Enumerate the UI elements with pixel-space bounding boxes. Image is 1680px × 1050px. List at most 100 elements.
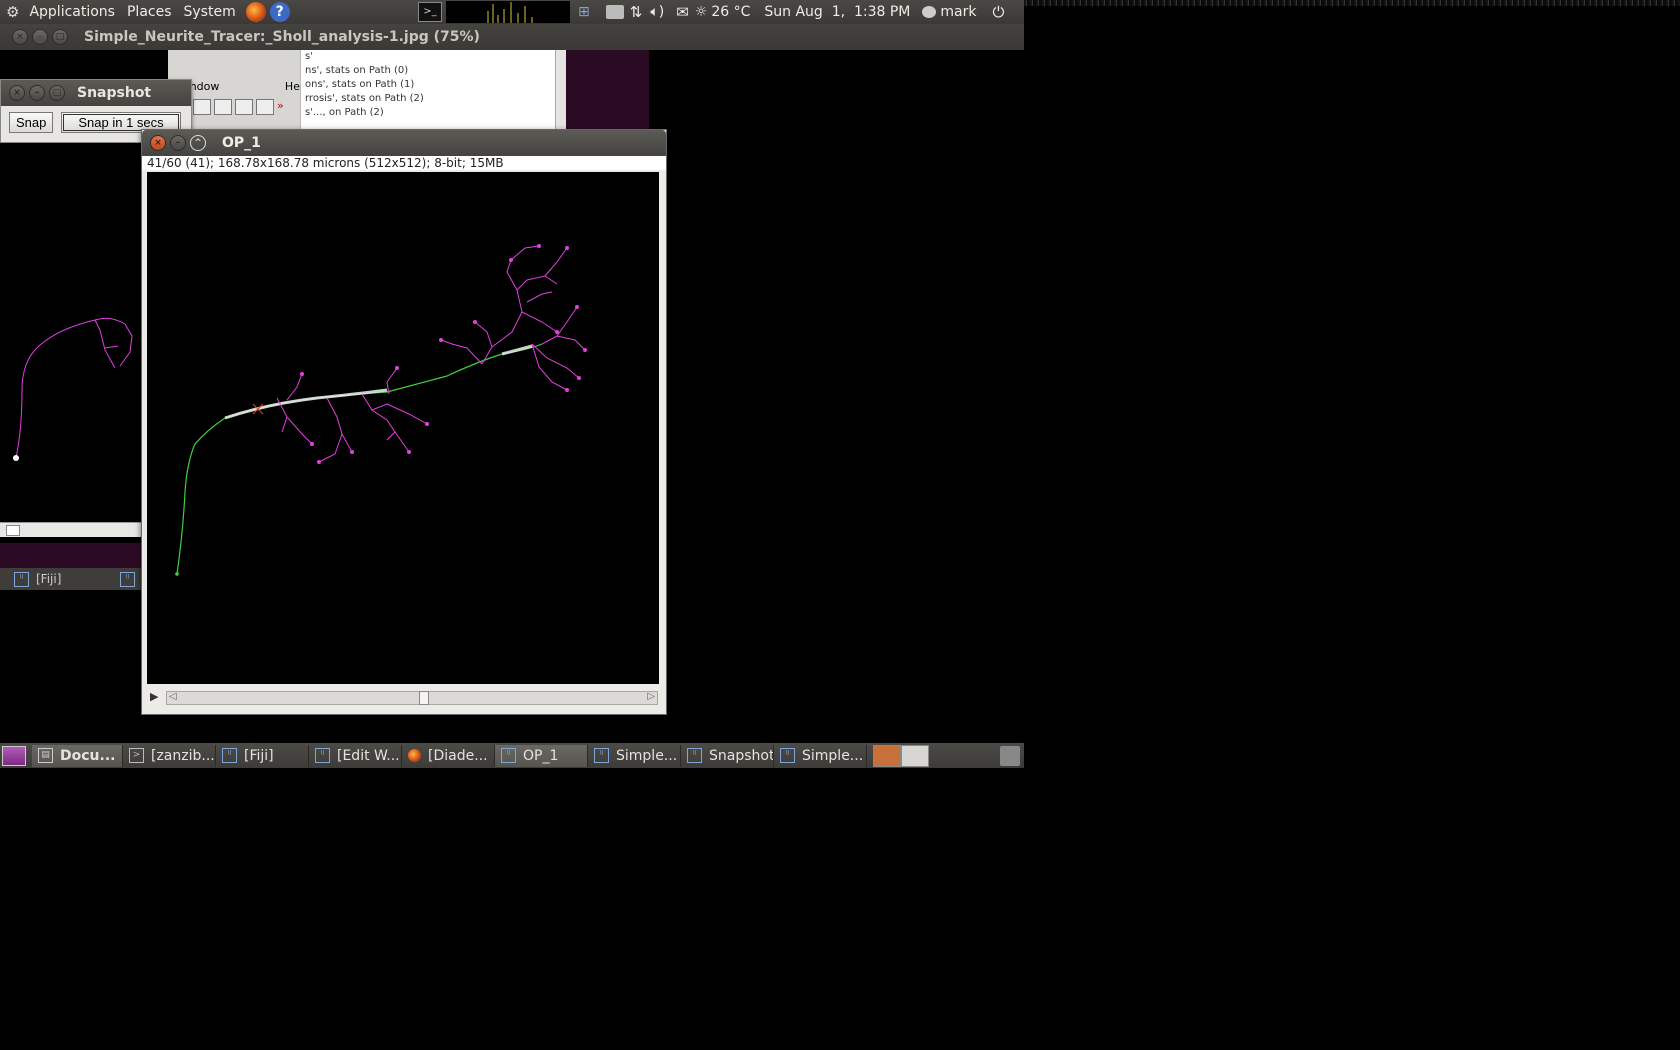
lut-tool-icon[interactable] (193, 99, 211, 115)
desktop-background (565, 50, 649, 130)
taskbar-item[interactable]: > [zanzib... (123, 744, 216, 767)
slice-thumb[interactable] (419, 691, 429, 705)
fiji-icon: ᴵᴶ (14, 571, 29, 587)
top-panel: ⚙ Applications Places System ? >_ ⊞ ⇅ 🔈︎… (0, 0, 1024, 24)
brush-tool-icon[interactable] (235, 99, 253, 115)
results-line: ns', stats on Path (0) (305, 65, 409, 76)
taskbar-item[interactable]: ᴵᴶ Simple... (588, 744, 681, 767)
system-menu[interactable]: System (178, 4, 242, 20)
taskbar-item[interactable]: [Diade... (402, 744, 495, 767)
weather-temperature[interactable]: 26 °C (707, 4, 754, 20)
image-canvas[interactable] (147, 172, 659, 684)
fiji-icon: ᴵᴶ (780, 748, 795, 763)
bottom-taskbar: ▤ Docu... > [zanzib... ᴵᴶ [Fiji] ᴵᴶ [Edi… (0, 743, 1024, 768)
firefox-launcher-icon[interactable] (245, 2, 266, 22)
taskbar-item-label: [Edit W... (337, 747, 400, 764)
trash-icon[interactable] (1000, 745, 1020, 766)
left-view-scrollbar[interactable] (0, 522, 141, 537)
image-window-title: OP_1 (222, 135, 261, 151)
results-line: s' (305, 51, 313, 62)
workspace-2[interactable] (901, 744, 929, 767)
left-panel-taskbar: ᴵᴶ [Fiji] ᴵᴶ (0, 568, 141, 590)
power-icon[interactable]: ⏻ (992, 3, 1004, 21)
fiji-icon: ᴵᴶ (222, 748, 237, 763)
weather-icon[interactable]: ☼ (695, 4, 708, 20)
snapshot-titlebar[interactable]: × – □ Snapshot (1, 80, 191, 106)
stack-slider[interactable]: ▶ ◁ ▷ (142, 687, 666, 707)
fiji-icon: ᴵᴶ (315, 748, 330, 763)
firefox-icon (408, 749, 421, 762)
minimize-icon[interactable]: – (170, 135, 186, 151)
results-line: s'..., on Path (2) (305, 107, 384, 118)
taskbar-item[interactable]: ᴵᴶ [Fiji] (216, 744, 309, 767)
results-line: ons', stats on Path (1) (305, 79, 415, 90)
image-window-titlebar[interactable]: × – ^ OP_1 (142, 130, 666, 156)
help-launcher-icon[interactable]: ? (269, 2, 290, 22)
slice-scrollbar[interactable]: ◁ ▷ (166, 691, 658, 705)
printer-icon: ▤ (38, 748, 53, 763)
results-window: s' ns', stats on Path (0) ons', stats on… (300, 50, 566, 130)
partial-trace (13, 317, 133, 461)
scroll-left-icon[interactable]: ◁ (169, 691, 177, 702)
fill-tool-icon[interactable] (256, 99, 274, 115)
scroll-thumb[interactable] (6, 525, 20, 536)
close-icon[interactable]: × (12, 29, 28, 45)
left-taskbar-item[interactable]: [Fiji] (36, 572, 61, 586)
tracer-2d-view-partial (0, 300, 141, 530)
taskbar-item[interactable]: ᴵᴶ [Edit W... (309, 744, 402, 767)
image-info-line: 41/60 (41); 168.78x168.78 microns (512x5… (142, 156, 666, 170)
snap-button[interactable]: Snap (9, 112, 54, 133)
close-icon[interactable]: × (150, 135, 166, 151)
scroll-right-icon[interactable]: ▷ (647, 691, 655, 702)
maximize-icon[interactable]: ^ (190, 135, 206, 151)
maximize-icon[interactable]: □ (52, 29, 68, 45)
snapshot-title: Snapshot (77, 85, 152, 101)
taskbar-item-label: [Fiji] (244, 747, 274, 764)
user-status-icon[interactable] (922, 6, 937, 18)
minimize-icon[interactable]: – (29, 85, 45, 101)
taskbar-item[interactable]: ᴵᴶ Simple... (774, 744, 867, 767)
taskbar-item-label: Snapshot (709, 747, 774, 764)
minimize-icon[interactable]: – (32, 29, 48, 45)
close-icon[interactable]: × (9, 85, 25, 101)
play-animation-icon[interactable]: ▶ (150, 690, 158, 703)
results-scrollbar[interactable] (555, 50, 566, 130)
tracer-window-title: Simple_Neurite_Tracer:_Sholl_analysis-1.… (84, 29, 480, 45)
taskbar-item-label: Simple... (616, 747, 678, 764)
applications-menu[interactable]: Applications (23, 4, 121, 20)
results-line: rrosis', stats on Path (2) (305, 93, 424, 104)
more-tools-icon[interactable]: » (277, 99, 293, 113)
clock[interactable]: Sun Aug 1, 1:38 PM (760, 4, 914, 20)
printer-tray-icon[interactable] (605, 5, 624, 19)
pencil-tool-icon[interactable] (214, 99, 232, 115)
fiji-icon: ᴵᴶ (120, 571, 135, 587)
workspace-switcher[interactable] (873, 744, 929, 767)
taskbar-item-label: Docu... (60, 747, 116, 764)
fiji-icon: ᴵᴶ (687, 748, 702, 763)
taskbar-item-label: [Diade... (428, 747, 488, 764)
tracer-window-titlebar[interactable]: × – □ Simple_Neurite_Tracer:_Sholl_analy… (0, 24, 1024, 50)
user-name[interactable]: mark (936, 4, 980, 20)
mail-icon[interactable]: ✉ (676, 3, 689, 21)
ubuntu-logo-icon[interactable]: ⚙ (6, 3, 19, 21)
terminal-launcher-icon[interactable]: >_ (418, 2, 442, 22)
taskbar-item[interactable]: ▤ Docu... (32, 744, 123, 767)
workspace-1[interactable] (873, 744, 901, 767)
network-icon[interactable]: ⇅ (630, 3, 643, 21)
volume-icon[interactable]: 🔈︎) (650, 4, 664, 20)
fiji-tray-icon[interactable]: ⊞ (578, 4, 590, 20)
taskbar-item[interactable]: ᴵᴶ OP_1 (495, 744, 588, 767)
taskbar-item-label: OP_1 (523, 747, 559, 764)
taskbar-item[interactable]: ᴵᴶ Snapshot (681, 744, 774, 767)
places-menu[interactable]: Places (121, 4, 178, 20)
desktop-background (0, 543, 141, 569)
taskbar-item-label: [zanzib... (151, 747, 215, 764)
system-monitor-graph (446, 1, 570, 23)
neuron-trace-image (175, 244, 587, 576)
show-desktop-icon[interactable] (2, 745, 26, 766)
screen-artifact (1024, 0, 1680, 6)
maximize-icon[interactable]: □ (49, 85, 65, 101)
fiji-icon: ᴵᴶ (501, 748, 516, 763)
image-window-op1: × – ^ OP_1 41/60 (41); 168.78x168.78 mic… (141, 129, 667, 715)
taskbar-item-label: Simple... (802, 747, 864, 764)
